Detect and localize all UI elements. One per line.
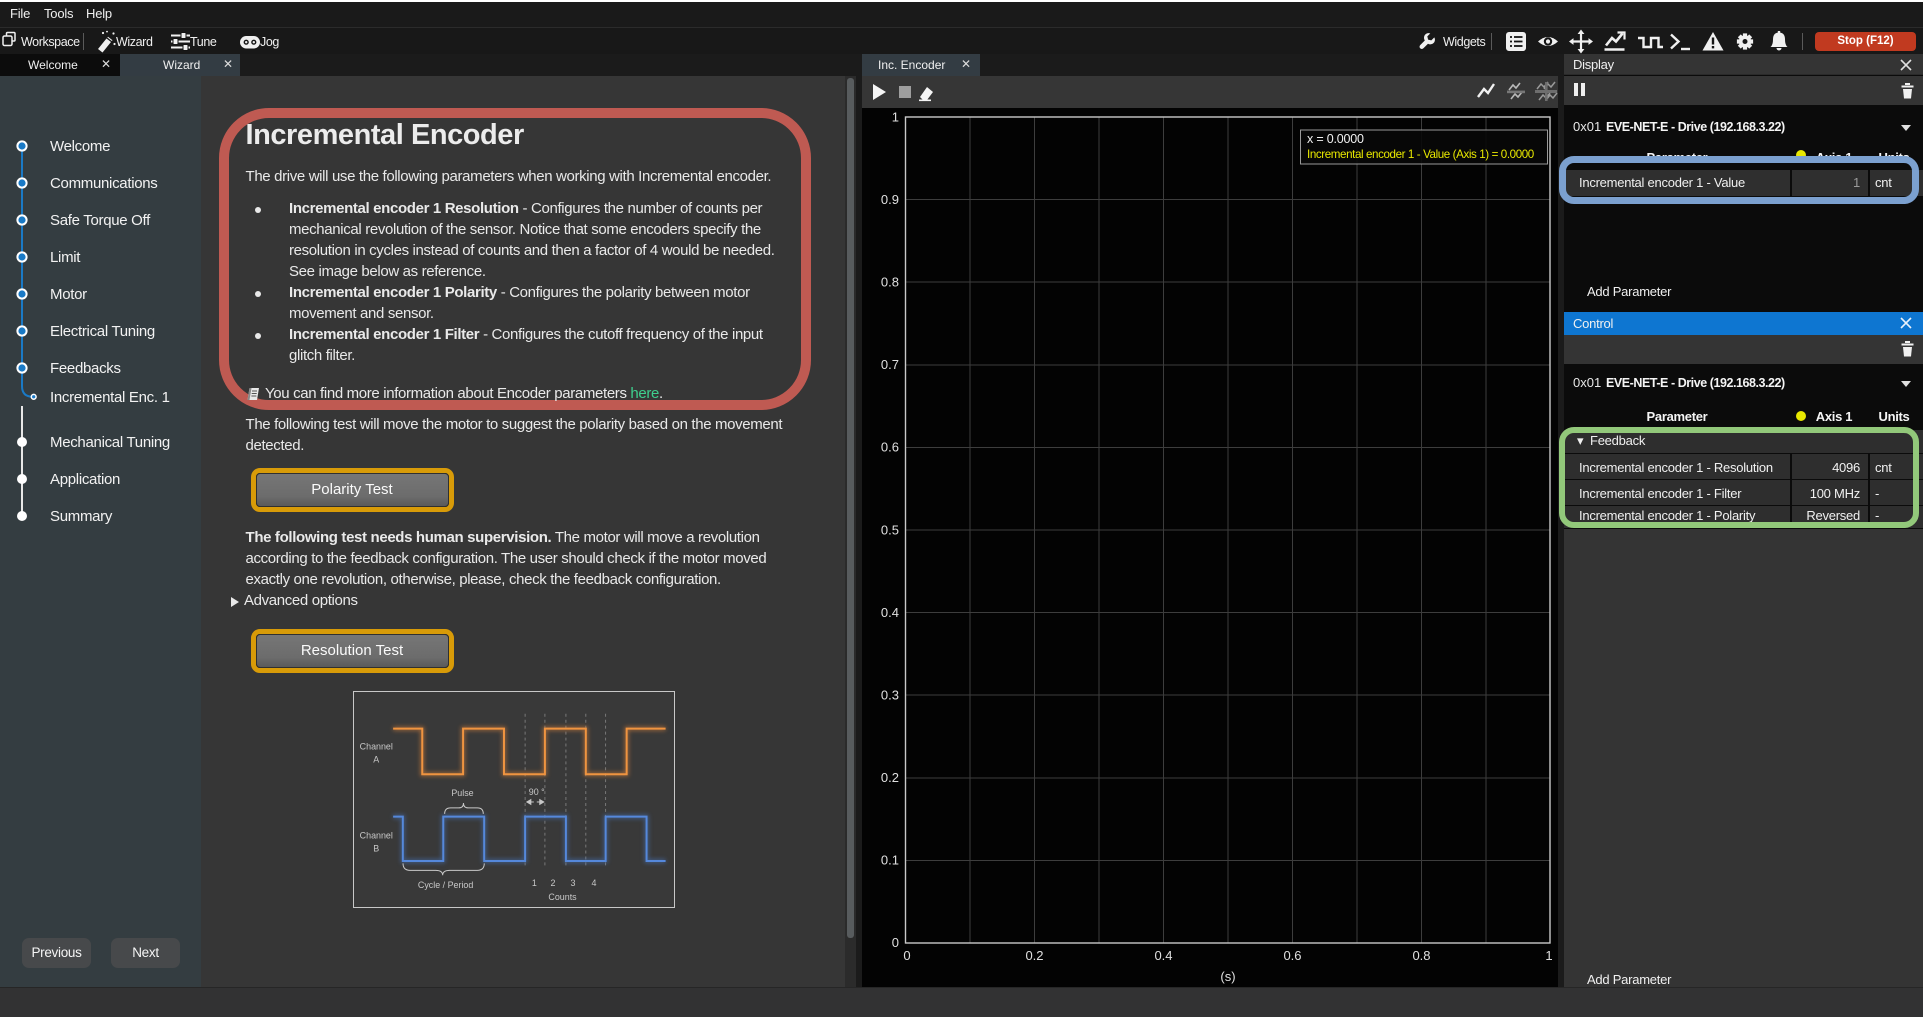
svg-text:EVE-NET-E - Drive (192.168.3.2: EVE-NET-E - Drive (192.168.3.22) (1606, 120, 1785, 134)
svg-text:0.4: 0.4 (881, 605, 899, 620)
svg-text:Cycle / Period: Cycle / Period (418, 880, 473, 890)
svg-text:x = 0.0000: x = 0.0000 (1307, 132, 1364, 146)
svg-text:Axis 1: Axis 1 (1816, 409, 1853, 424)
svg-text:0.2: 0.2 (1025, 948, 1043, 963)
svg-text:(s): (s) (1220, 969, 1235, 984)
svg-text:A: A (373, 754, 379, 764)
svg-text:0.8: 0.8 (1412, 948, 1430, 963)
svg-text:0.2: 0.2 (881, 770, 899, 785)
svg-text:0: 0 (892, 935, 899, 950)
svg-text:Channel: Channel (360, 831, 393, 841)
svg-text:0x01: 0x01 (1573, 375, 1601, 390)
svg-text:0.7: 0.7 (881, 357, 899, 372)
svg-text:90 °: 90 ° (529, 787, 545, 797)
svg-text:Channel: Channel (360, 741, 393, 751)
svg-text:Units: Units (1878, 409, 1909, 424)
svg-text:0.5: 0.5 (881, 523, 899, 538)
svg-text:0x01: 0x01 (1573, 119, 1601, 134)
svg-text:0.3: 0.3 (881, 688, 899, 703)
svg-text:Incremental encoder 1 - Value: Incremental encoder 1 - Value (Axis 1) =… (1307, 148, 1534, 161)
svg-text:3: 3 (570, 878, 575, 888)
svg-text:2: 2 (551, 878, 556, 888)
svg-text:0: 0 (903, 948, 910, 963)
svg-text:1: 1 (1545, 948, 1552, 963)
svg-text:0.9: 0.9 (881, 192, 899, 207)
svg-text:1: 1 (532, 878, 537, 888)
svg-text:Parameter: Parameter (1647, 409, 1708, 424)
svg-text:1: 1 (892, 110, 899, 125)
svg-text:EVE-NET-E - Drive (192.168.3.2: EVE-NET-E - Drive (192.168.3.22) (1606, 376, 1785, 390)
svg-text:0.8: 0.8 (881, 275, 899, 290)
svg-text:4: 4 (591, 878, 596, 888)
svg-text:Pulse: Pulse (451, 788, 473, 798)
svg-text:0.6: 0.6 (881, 440, 899, 455)
svg-text:0.4: 0.4 (1154, 948, 1172, 963)
svg-text:0.6: 0.6 (1283, 948, 1301, 963)
svg-text:0.1: 0.1 (881, 853, 899, 868)
svg-text:B: B (373, 844, 379, 854)
svg-text:Counts: Counts (548, 892, 577, 902)
